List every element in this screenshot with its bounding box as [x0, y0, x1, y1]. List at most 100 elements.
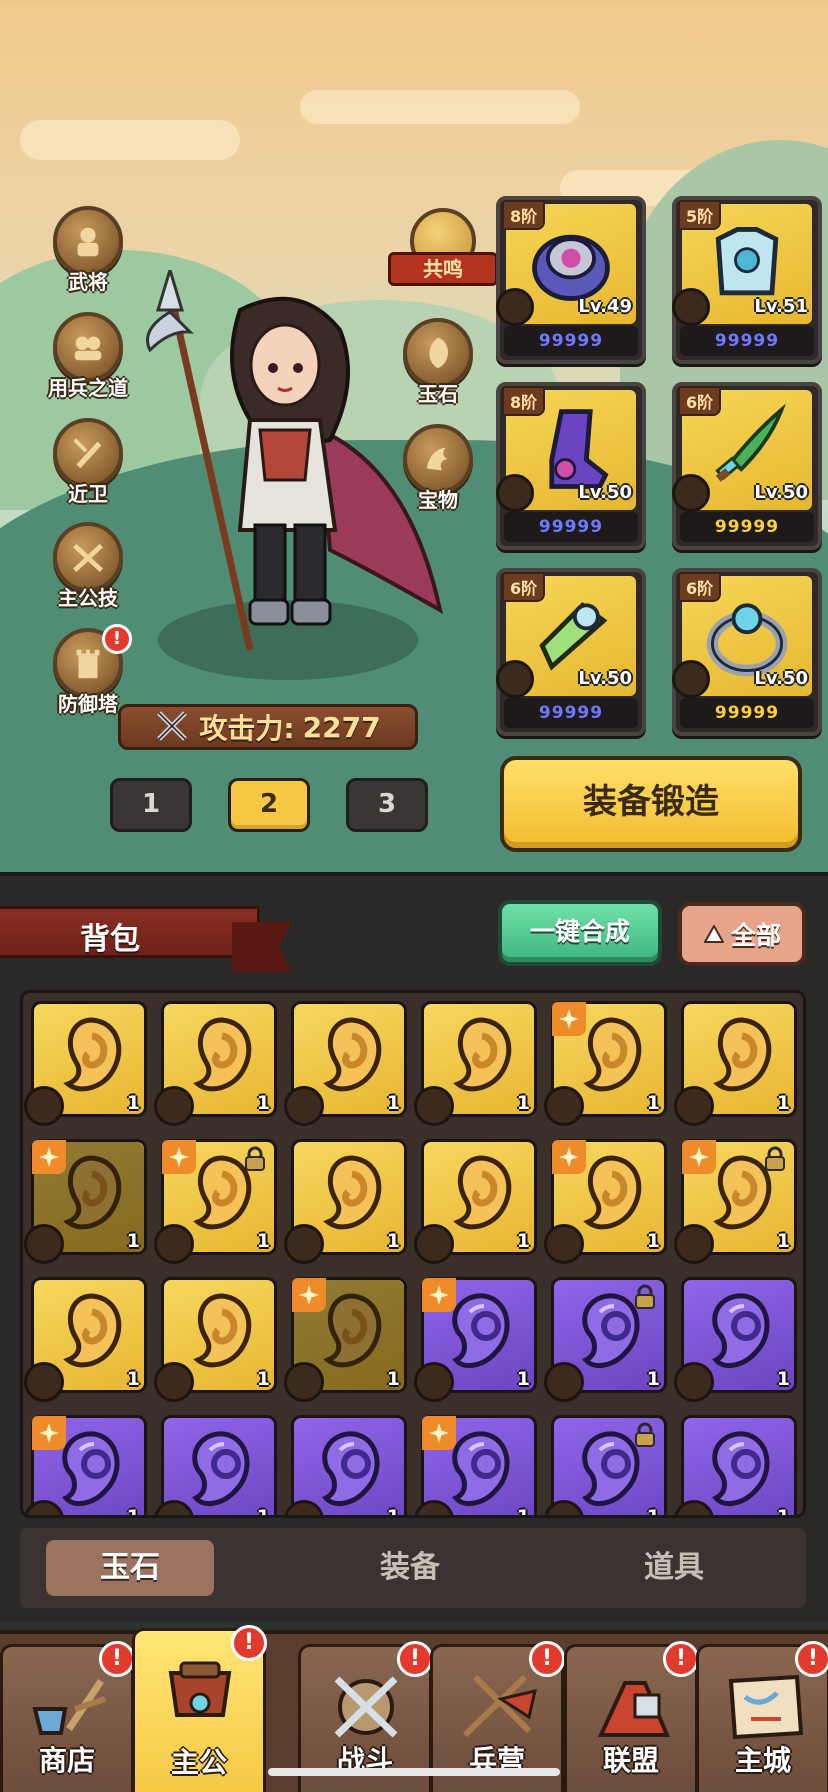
slot-type-icon — [544, 1086, 584, 1126]
nav-city[interactable]: 主城 ! — [696, 1641, 828, 1792]
guard-button[interactable]: 近卫 — [38, 418, 138, 507]
equipment-forge-button[interactable]: 装备锻造 — [500, 756, 802, 852]
slot-type-icon — [284, 1086, 324, 1126]
equipment-slot-armor[interactable]: 5阶 Lv.51 99999 — [672, 196, 822, 364]
purple-jade-icon — [712, 1293, 770, 1369]
crossed-swords-icon — [157, 711, 188, 741]
inventory-item[interactable]: 1 — [284, 1277, 407, 1402]
item-count: 1 — [126, 1230, 140, 1252]
slot-type-icon — [544, 1362, 584, 1402]
equipment-tier: 8阶 — [502, 200, 546, 230]
equipment-slot-weapon[interactable]: 6阶 Lv.50 99999 — [672, 382, 822, 550]
tower-button[interactable]: 防御塔 ! — [38, 624, 138, 717]
inventory-item[interactable]: 1 — [544, 1001, 667, 1126]
item-count: 1 — [776, 1230, 790, 1252]
equipment-tier: 5阶 — [678, 200, 722, 230]
equipment-slot-glove[interactable]: 6阶 Lv.50 99999 — [496, 568, 646, 736]
preset-tab-3[interactable]: 3 — [346, 778, 428, 832]
slot-type-icon — [154, 1224, 194, 1264]
slot-type-icon — [414, 1224, 454, 1264]
gold-jade-icon — [63, 1017, 122, 1092]
nav-lord[interactable]: 主公 ! — [132, 1625, 267, 1792]
inventory-item[interactable]: 1 — [414, 1001, 537, 1126]
equipment-slot-boots[interactable]: 8阶 Lv.50 99999 — [496, 382, 646, 550]
inventory-item[interactable]: 1 — [674, 1001, 797, 1126]
filter-all-button[interactable]: 全部 — [678, 902, 806, 966]
equipment-stars: 99999 — [680, 512, 814, 542]
slot-type-icon — [674, 1362, 714, 1402]
equipment-level: Lv.49 — [578, 296, 632, 317]
item-count: 1 — [256, 1368, 270, 1390]
inventory-item[interactable]: 1 — [414, 1415, 537, 1515]
preset-tab-1[interactable]: 1 — [110, 778, 192, 832]
slot-type-icon — [284, 1362, 324, 1402]
shop-icon — [32, 1679, 106, 1735]
equipment-stars: 99999 — [504, 698, 638, 728]
battle-icon — [334, 1676, 398, 1738]
nav-alliance-badge: ! — [663, 1641, 699, 1677]
equipment-tier: 6阶 — [678, 572, 722, 602]
slot-type-icon — [24, 1362, 64, 1402]
general-button[interactable]: 武将 — [38, 206, 138, 295]
jade-label: 玉石 — [418, 382, 458, 406]
inventory-item[interactable]: 1 — [24, 1415, 147, 1515]
inventory-item[interactable]: 1 — [544, 1277, 667, 1402]
inventory-item[interactable]: 1 — [544, 1139, 667, 1264]
inventory-item[interactable]: 1 — [674, 1277, 797, 1402]
inventory-item[interactable]: 1 — [284, 1415, 407, 1518]
equipment-level: Lv.50 — [754, 482, 808, 503]
jade-button[interactable]: 玉石 — [388, 318, 488, 407]
inventory-item[interactable]: 1 — [414, 1139, 537, 1264]
inventory-item[interactable]: 1 — [674, 1139, 797, 1264]
star-badge-icon — [162, 1140, 196, 1174]
auto-merge-button[interactable]: 一键合成 — [498, 900, 662, 966]
tab-items[interactable]: 道具 — [590, 1540, 758, 1596]
strategy-label: 用兵之道 — [48, 376, 128, 400]
gold-jade-icon — [193, 1017, 252, 1092]
treasure-button[interactable]: 宝物 — [388, 424, 488, 513]
nav-shop[interactable]: 商店 ! — [0, 1641, 135, 1792]
equipment-slot-helmet[interactable]: 8阶 Lv.49 99999 — [496, 196, 646, 364]
lock-icon — [635, 1284, 655, 1309]
tab-jade[interactable]: 玉石 — [46, 1540, 214, 1596]
inventory-panel: 背包 一键合成 全部 1 1 1 1 1 1 1 1 1 1 1 1 1 1 1 1 1 1 1 1 1 1 1 1 玉石 装… — [0, 872, 828, 1622]
equipment-slot-ring[interactable]: 6阶 Lv.50 99999 — [672, 568, 822, 736]
inventory-item[interactable]: 1 — [414, 1277, 537, 1402]
star-badge-icon — [422, 1416, 456, 1450]
inventory-item[interactable]: 1 — [544, 1415, 667, 1515]
slot-type-icon — [154, 1362, 194, 1402]
tab-equipment[interactable]: 装备 — [326, 1540, 494, 1596]
nav-shop-label: 商店 — [38, 1744, 95, 1777]
inventory-item[interactable]: 1 — [24, 1001, 147, 1126]
resonance-button[interactable]: 共鸣 — [388, 208, 498, 298]
equipment-stars: 99999 — [504, 326, 638, 356]
nav-alliance[interactable]: 联盟 ! — [564, 1641, 699, 1792]
star-badge-icon — [552, 1002, 586, 1036]
inventory-item[interactable]: 1 — [24, 1139, 147, 1264]
hero-scene: 武将 用兵之道 近卫 主公技 防御塔 ! 共鸣 玉石 宝物 8阶 Lv.49 9… — [0, 0, 828, 880]
inventory-item[interactable]: 1 — [24, 1277, 147, 1402]
equipment-level: Lv.50 — [578, 482, 632, 503]
attack-power-value: 2277 — [302, 710, 381, 744]
lord-skill-button[interactable]: 主公技 — [38, 522, 138, 611]
cloud — [20, 120, 240, 160]
inventory-item[interactable]: 1 — [154, 1139, 277, 1264]
item-count: 1 — [386, 1506, 400, 1518]
inventory-item[interactable]: 1 — [154, 1277, 277, 1402]
purple-jade-icon — [192, 1431, 250, 1507]
strategy-button[interactable]: 用兵之道 — [38, 312, 138, 401]
inventory-item[interactable]: 1 — [284, 1139, 407, 1264]
inventory-item[interactable]: 1 — [154, 1415, 277, 1515]
inventory-item[interactable]: 1 — [154, 1001, 277, 1126]
inventory-item[interactable]: 1 — [284, 1001, 407, 1126]
inventory-grid: 1 1 1 1 1 1 1 1 1 1 1 1 1 1 1 1 1 1 1 1 1 1 1 1 — [20, 990, 806, 1518]
inventory-item[interactable]: 1 — [674, 1415, 797, 1515]
preset-tab-2[interactable]: 2 — [228, 778, 310, 832]
item-count: 1 — [776, 1368, 790, 1390]
item-count: 1 — [646, 1230, 660, 1252]
nav-shop-badge: ! — [99, 1641, 135, 1677]
equipment-tier: 6阶 — [678, 386, 722, 416]
purple-jade-icon — [712, 1431, 770, 1507]
triangle-up-icon — [703, 925, 724, 943]
resonance-label: 共鸣 — [388, 252, 498, 286]
